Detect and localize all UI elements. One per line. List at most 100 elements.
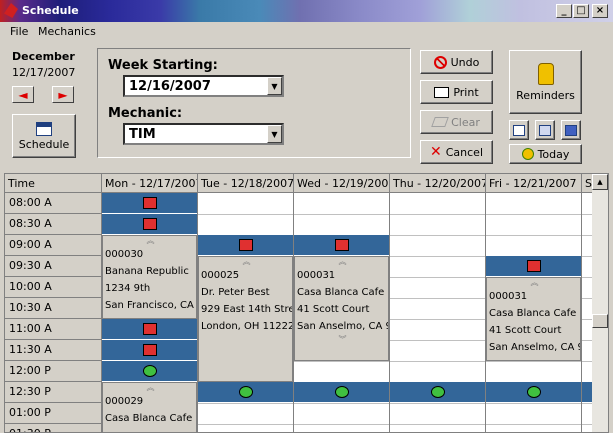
truck-icon — [142, 197, 157, 209]
travel-slot[interactable] — [102, 319, 197, 340]
menu-file[interactable]: File — [10, 25, 28, 38]
time-cell: 10:00 A — [5, 277, 102, 298]
week-select[interactable]: 12/16/2007 ▼ — [123, 75, 284, 97]
truck-icon — [238, 239, 253, 251]
appointment-card[interactable]: ︽ 000031 Casa Blanca Cafe 41 Scott Court… — [294, 256, 389, 361]
schedule-button[interactable]: Schedule — [12, 114, 76, 158]
appointment-city: San Francisco, CA 94 — [105, 300, 196, 311]
clear-button[interactable]: Clear — [420, 110, 493, 134]
travel-slot[interactable] — [486, 256, 581, 277]
time-cell: 11:30 A — [5, 340, 102, 361]
appointment-city: San Anselmo, CA 949 — [489, 342, 580, 353]
day-header-fri[interactable]: Fri - 12/21/2007 — [486, 174, 582, 193]
next-week-button[interactable]: ► — [52, 86, 74, 103]
printer-icon — [434, 86, 450, 98]
calendar-week-icon — [539, 124, 551, 136]
maximize-button[interactable]: □ — [573, 4, 589, 18]
lunch-slot[interactable] — [486, 382, 581, 403]
week-view-button[interactable] — [535, 120, 555, 140]
appointment-id: 000029 — [105, 396, 144, 407]
reminders-button[interactable]: Reminders — [509, 50, 582, 114]
apple-icon — [334, 386, 349, 398]
chevron-up-icon: ︽ — [146, 236, 155, 245]
day-view-button[interactable] — [509, 120, 529, 140]
apple-icon — [430, 386, 445, 398]
calendar-icon — [36, 121, 52, 136]
lunch-slot[interactable] — [198, 382, 293, 403]
apple-icon — [142, 365, 157, 377]
arrow-up-icon: ▲ — [597, 178, 603, 186]
appointment-city: San Anselmo, CA 9494 — [297, 321, 388, 332]
chevron-up-icon: ︽ — [146, 383, 155, 392]
lunch-slot[interactable] — [390, 382, 485, 403]
window-title: Schedule — [22, 4, 79, 17]
current-date: 12/17/2007 — [12, 66, 76, 79]
appointment-id: 000031 — [297, 270, 336, 281]
time-cell: 11:00 A — [5, 319, 102, 340]
lunch-slot[interactable] — [294, 382, 389, 403]
chevron-up-icon: ︽ — [242, 257, 251, 266]
vertical-scrollbar[interactable]: ▲ — [592, 174, 608, 432]
minimize-button[interactable]: _ — [556, 4, 572, 18]
travel-slot[interactable] — [198, 235, 293, 256]
appointment-street: 41 Scott Court — [489, 325, 562, 336]
close-button[interactable]: × — [592, 4, 608, 18]
appointment-card[interactable]: ︽ 000025 Dr. Peter Best 929 East 14th St… — [198, 256, 293, 382]
truck-icon — [142, 344, 157, 356]
lunch-slot[interactable] — [102, 361, 197, 382]
sun-icon — [521, 148, 534, 160]
chevron-down-icon: ︾ — [338, 335, 347, 344]
truck-icon — [142, 323, 157, 335]
appointment-street: 1234 9th — [105, 283, 151, 294]
reminders-label: Reminders — [516, 88, 575, 102]
appointment-name: Casa Blanca Cafe — [105, 413, 193, 424]
appointment-card[interactable]: ︽ 000031 Casa Blanca Cafe 41 Scott Court… — [486, 277, 581, 361]
month-view-button[interactable] — [561, 120, 581, 140]
scroll-up-button[interactable]: ▲ — [592, 174, 608, 190]
mechanic-select[interactable]: TIM ▼ — [123, 123, 284, 145]
eraser-icon — [431, 117, 449, 127]
week-label: Week Starting: — [108, 58, 218, 73]
appointment-card[interactable]: ︽ 000029 Casa Blanca Cafe — [102, 382, 197, 432]
arrow-left-icon: ◄ — [18, 87, 28, 102]
appointment-name: Dr. Peter Best — [201, 287, 270, 298]
truck-icon — [142, 218, 157, 230]
chevron-up-icon: ︽ — [338, 257, 347, 266]
day-header-thu[interactable]: Thu - 12/20/2007 — [390, 174, 486, 193]
time-cell: 01:00 P — [5, 403, 102, 424]
travel-slot[interactable] — [102, 340, 197, 361]
appointment-street: 929 East 14th Street — [201, 304, 292, 315]
scroll-thumb[interactable] — [592, 314, 608, 328]
appointment-card[interactable]: ︽ 000030 Banana Republic 1234 9th San Fr… — [102, 235, 197, 319]
day-header-mon[interactable]: Mon - 12/17/2007 — [102, 174, 198, 193]
undo-button[interactable]: Undo — [420, 50, 493, 74]
travel-slot[interactable] — [102, 214, 197, 235]
clear-label: Clear — [451, 115, 480, 129]
time-cell: 01:30 P — [5, 424, 102, 432]
calendar-month-icon — [565, 124, 577, 136]
time-cell: 10:30 A — [5, 298, 102, 319]
menu-mechanics[interactable]: Mechanics — [38, 25, 96, 38]
undo-icon — [433, 55, 447, 69]
appointment-street: 41 Scott Court — [297, 304, 370, 315]
print-button[interactable]: Print — [420, 80, 493, 104]
print-label: Print — [453, 85, 479, 99]
time-cell: 12:30 P — [5, 382, 102, 403]
travel-slot[interactable] — [294, 235, 389, 256]
time-cell: 08:00 A — [5, 193, 102, 214]
chevron-down-icon[interactable]: ▼ — [267, 125, 282, 143]
chevron-down-icon[interactable]: ▼ — [267, 77, 282, 95]
today-button[interactable]: Today — [509, 144, 582, 164]
truck-icon — [334, 239, 349, 251]
x-icon: ✕ — [430, 144, 442, 160]
app-icon — [4, 3, 18, 18]
cancel-button[interactable]: ✕ Cancel — [420, 140, 493, 164]
day-header-wed[interactable]: Wed - 12/19/2007 — [294, 174, 390, 193]
day-header-tue[interactable]: Tue - 12/18/2007 — [198, 174, 294, 193]
appointment-id: 000030 — [105, 249, 144, 260]
prev-week-button[interactable]: ◄ — [12, 86, 34, 103]
travel-slot[interactable] — [102, 193, 197, 214]
undo-label: Undo — [450, 55, 480, 69]
mechanic-value: TIM — [129, 127, 156, 142]
time-header: Time — [5, 174, 102, 193]
